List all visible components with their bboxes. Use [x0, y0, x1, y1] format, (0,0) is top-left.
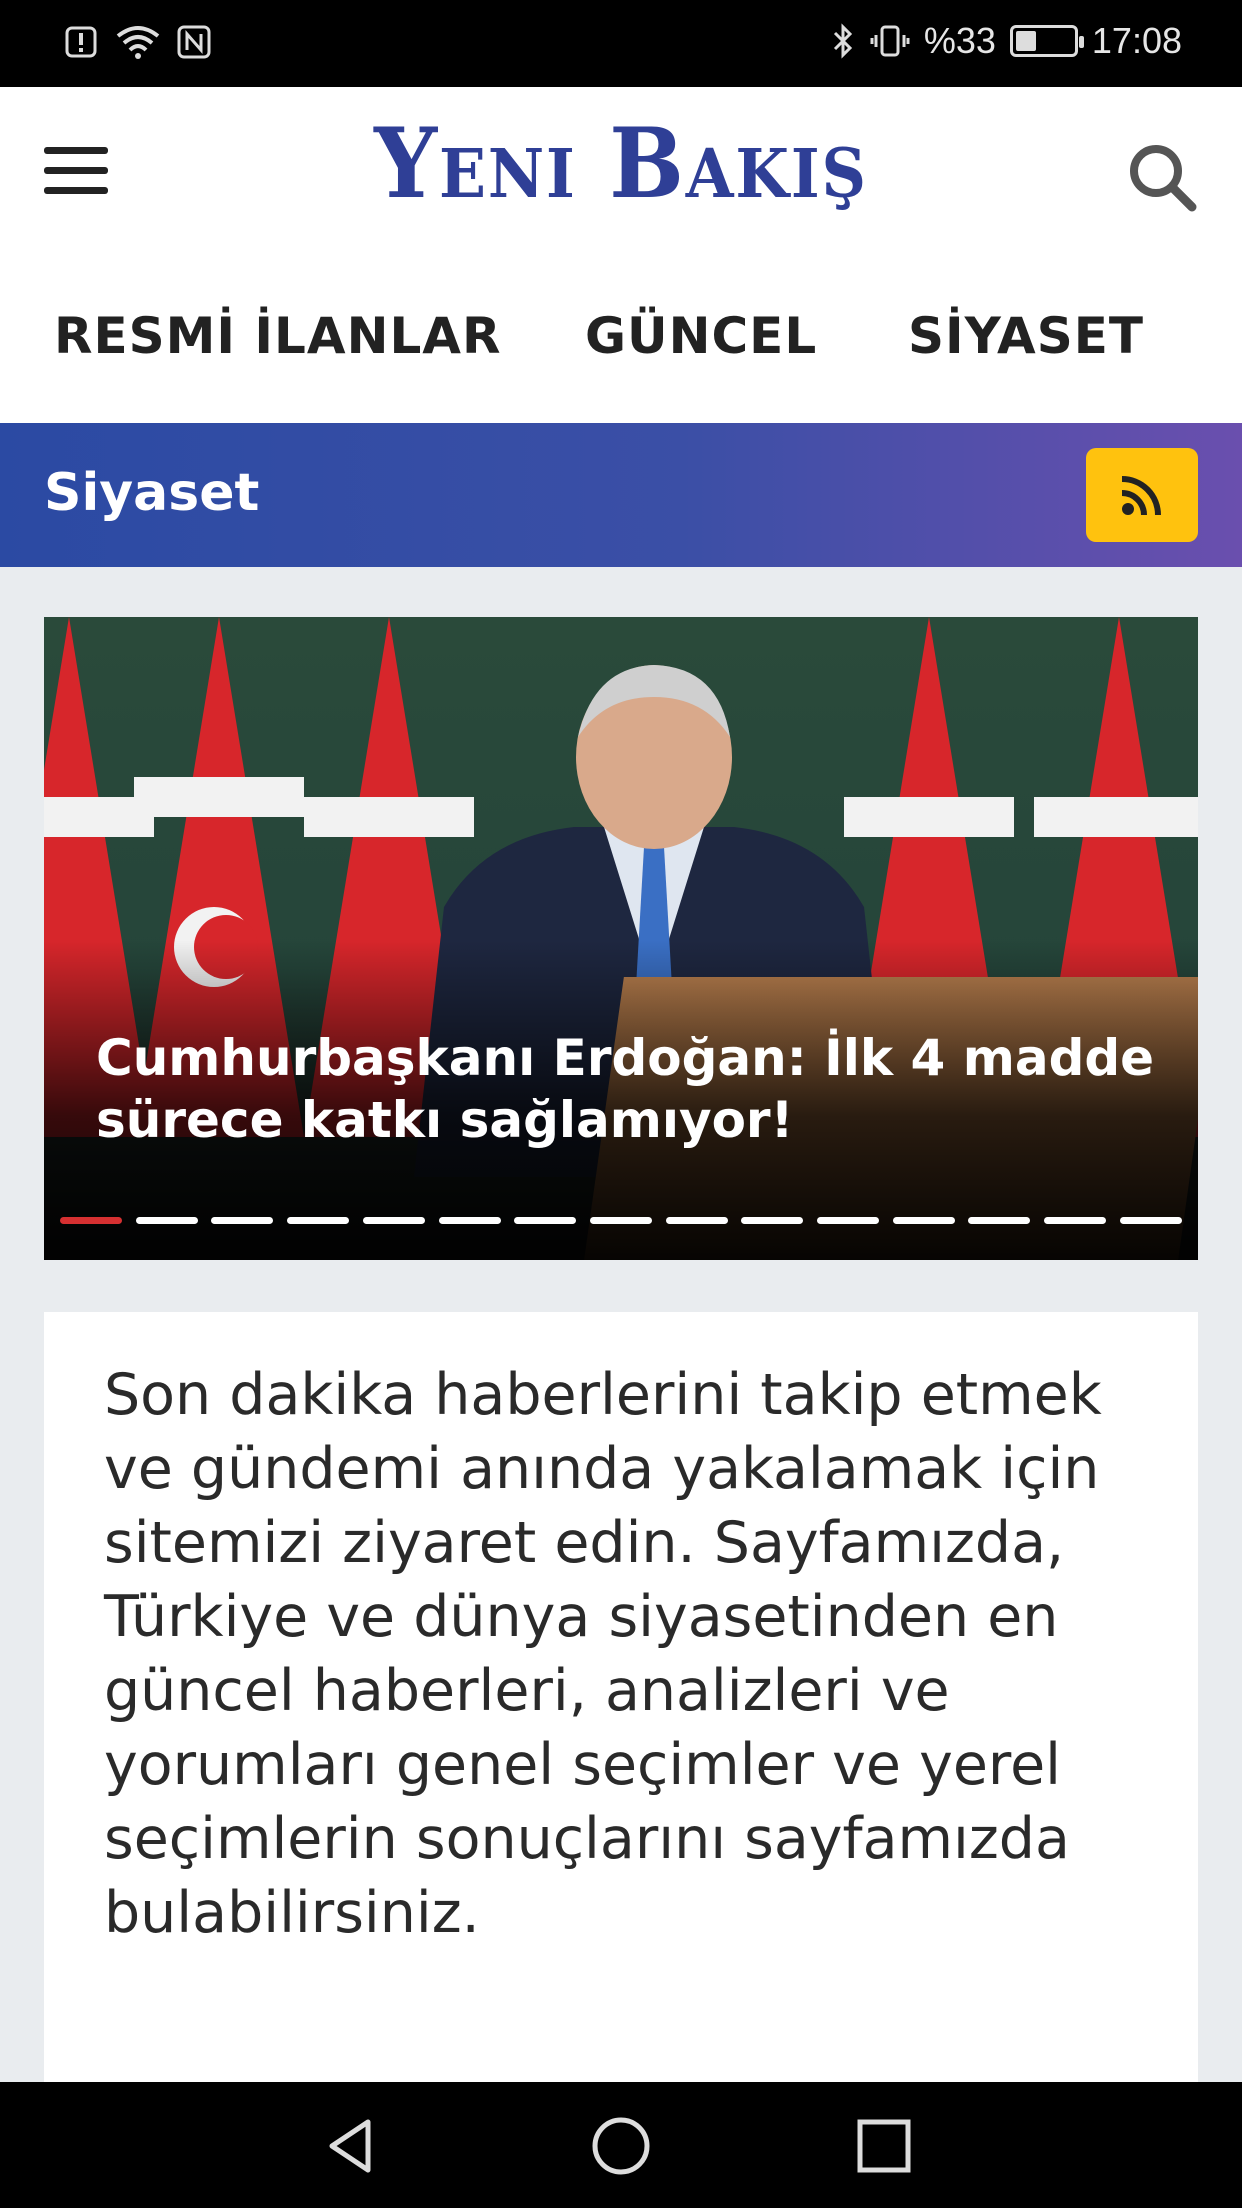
slider-dot[interactable]	[135, 1217, 198, 1224]
site-logo[interactable]: Yeni Bakış	[50, 107, 1193, 220]
battery-percent: %33	[923, 20, 996, 61]
recents-icon[interactable]	[850, 2112, 918, 2180]
home-icon[interactable]	[587, 2112, 655, 2180]
category-nav: RESMİ İLANLAR GÜNCEL SİYASET	[0, 257, 1242, 423]
rss-button[interactable]	[1086, 448, 1198, 542]
slider-dot[interactable]	[514, 1217, 577, 1224]
bluetooth-icon	[833, 23, 852, 59]
slider-dot[interactable]	[665, 1217, 728, 1224]
battery-fill	[1015, 31, 1037, 51]
slider-dot[interactable]	[589, 1217, 652, 1224]
slider-dot[interactable]	[438, 1217, 501, 1224]
nfc-icon	[177, 25, 211, 59]
back-icon[interactable]	[318, 2112, 386, 2180]
slider-dot[interactable]	[362, 1217, 425, 1224]
vibrate-icon	[870, 25, 910, 57]
slider-dot[interactable]	[287, 1217, 350, 1224]
status-right: %33 17:08	[830, 20, 1182, 62]
slider-pagination	[60, 1217, 1182, 1224]
rss-icon	[1121, 476, 1161, 516]
slider-dot[interactable]	[60, 1217, 122, 1224]
category-title: Siyaset	[44, 463, 260, 523]
slider-dot[interactable]	[1119, 1217, 1182, 1224]
system-nav-bar	[0, 2082, 1242, 2208]
nav-item-resmi-ilanlar[interactable]: RESMİ İLANLAR	[54, 307, 502, 365]
slider-dot[interactable]	[741, 1217, 804, 1224]
intro-card: Son dakika haberlerini takip etmek ve gü…	[44, 1312, 1198, 2082]
nav-item-siyaset[interactable]: SİYASET	[908, 307, 1144, 365]
category-banner: Siyaset	[0, 423, 1242, 567]
wifi-icon	[116, 26, 160, 59]
clock: 17:08	[1091, 20, 1182, 61]
slider-dot[interactable]	[968, 1217, 1031, 1224]
status-left-icons	[64, 22, 212, 62]
alert-icon	[65, 26, 97, 58]
status-bar: %33 17:08	[0, 0, 1242, 87]
slider-dot[interactable]	[211, 1217, 274, 1224]
search-icon[interactable]	[1122, 137, 1202, 217]
slider-headline[interactable]: Cumhurbaşkanı Erdoğan: İlk 4 madde sürec…	[96, 1027, 1156, 1151]
slider-dot[interactable]	[1044, 1217, 1107, 1224]
slider-dot[interactable]	[892, 1217, 955, 1224]
battery-icon	[1009, 25, 1084, 57]
site-header: Yeni Bakış	[0, 87, 1242, 257]
nav-item-guncel[interactable]: GÜNCEL	[585, 307, 817, 365]
news-slider[interactable]: Cumhurbaşkanı Erdoğan: İlk 4 madde sürec…	[44, 617, 1198, 1260]
intro-text: Son dakika haberlerini takip etmek ve gü…	[104, 1362, 1102, 1946]
slider-dot[interactable]	[817, 1217, 880, 1224]
